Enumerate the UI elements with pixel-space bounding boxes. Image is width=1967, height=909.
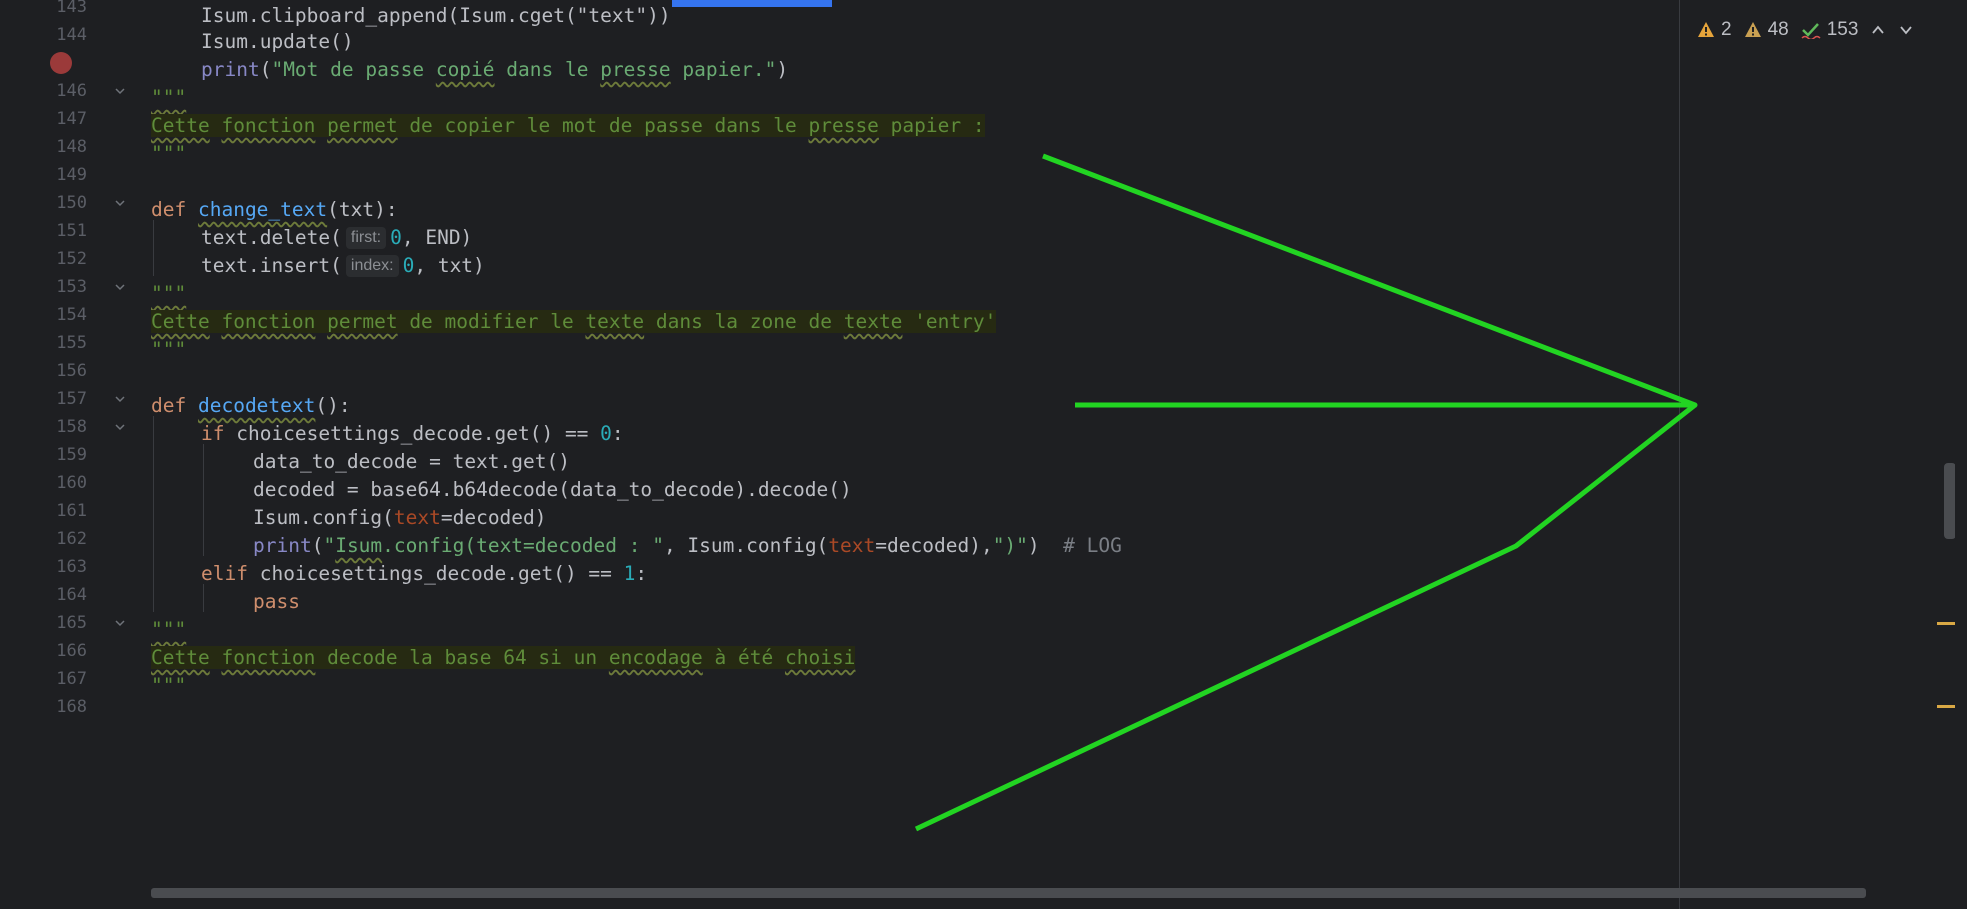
annotation-arrow-lower xyxy=(914,403,1697,832)
annotation-overlay xyxy=(914,153,1698,832)
annotation-arrow-upper xyxy=(1042,153,1698,408)
